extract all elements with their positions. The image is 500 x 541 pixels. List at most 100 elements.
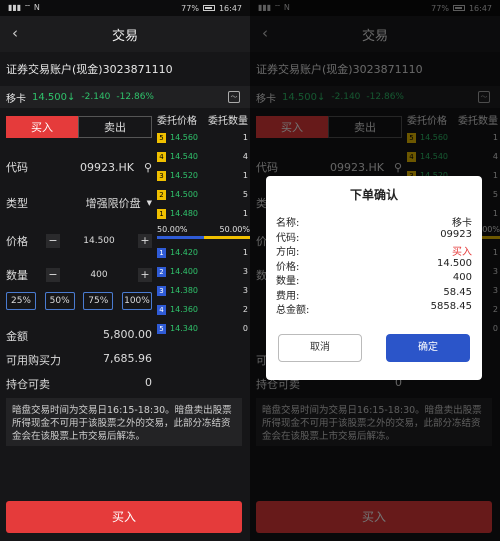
ask-level-index: 3 (157, 170, 166, 181)
price-stepper: − 14.500 + (46, 234, 152, 248)
dialog-row-value: 5858.45 (430, 301, 472, 312)
bid-level-index: 3 (157, 285, 166, 296)
price-header: 委托价格 (157, 116, 197, 127)
bid-level-qty: 3 (242, 267, 248, 276)
order-book: 委托价格 委托数量 5 14.560 1 4 14.540 4 3 14.520 1 2 14.50… (157, 112, 250, 338)
dialog-row-value: 400 (452, 272, 472, 283)
price-row: 价格 − 14.500 + (6, 230, 152, 252)
bid-level-index: 1 (157, 247, 166, 258)
price-minus-button[interactable]: − (46, 234, 60, 248)
ask-level-qty: 1 (242, 171, 248, 180)
dialog-row: 名称: 移卡 (266, 214, 482, 229)
bid-level-price: 14.380 (170, 286, 198, 295)
bid-level-index: 2 (157, 266, 166, 277)
qty-plus-button[interactable]: + (138, 268, 152, 282)
dialog-title: 下单确认 (349, 188, 398, 202)
dialog-row-value: 买入 (452, 247, 472, 258)
trade-screen: ▮▮▮ ⌔ N 77% 16:47 ‹ 交易 证券交易账户(现金)30238711… (0, 0, 250, 541)
ask-level[interactable]: 4 14.540 4 (157, 147, 250, 166)
tab-sell[interactable]: 卖出 (78, 116, 152, 138)
account-label: 证券交易账户(现金)3023871110 (6, 63, 173, 76)
ask-level-index: 5 (157, 132, 166, 143)
pct-75-button[interactable]: 75% (83, 292, 114, 310)
ask-level[interactable]: 1 14.480 1 (157, 204, 250, 223)
bid-level[interactable]: 5 14.340 0 (157, 319, 250, 338)
qty-minus-button[interactable]: − (46, 268, 60, 282)
dialog-row: 代码: 09923 (266, 229, 482, 244)
dark-pool-note: 暗盘交易时间为交易日16:15-18:30。暗盘卖出股票所得现金不可用于该股票之… (6, 398, 242, 446)
dialog-row-value: 14.500 (437, 257, 472, 269)
qty-header: 委托数量 (208, 116, 248, 127)
ask-level[interactable]: 2 14.500 5 (157, 185, 250, 204)
bid-level-price: 14.360 (170, 305, 198, 314)
bid-level[interactable]: 4 14.360 2 (157, 300, 250, 319)
dialog-row-key: 代码: (276, 232, 300, 244)
dialog-row: 费用: 58.45 (266, 287, 482, 302)
code-row: 代码 09923.HK ⚲ (6, 156, 152, 178)
hold-row: 持仓可卖 0 (6, 376, 152, 392)
stock-name: 移卡 (6, 93, 26, 105)
hold-label: 持仓可卖 (6, 378, 50, 391)
tab-buy[interactable]: 买入 (6, 116, 78, 138)
ask-level[interactable]: 5 14.560 1 (157, 128, 250, 147)
ask-level-qty: 1 (242, 133, 248, 142)
order-book-header: 委托价格 委托数量 (157, 112, 250, 128)
power-value: 7,685.96 (103, 352, 152, 365)
dialog-row-value: 移卡 (452, 218, 472, 229)
bid-level-price: 14.420 (170, 248, 198, 257)
amount-label: 金额 (6, 330, 28, 343)
order-type-select[interactable]: 增强限价盘 (46, 195, 147, 211)
price-input[interactable]: 14.500 (83, 236, 115, 246)
percent-buttons: 25% 50% 75% 100% (6, 292, 152, 310)
ask-level-qty: 4 (242, 152, 248, 161)
price-plus-button[interactable]: + (138, 234, 152, 248)
page-title: 交易 (111, 28, 138, 44)
pct-50-button[interactable]: 50% (44, 292, 75, 310)
chart-icon[interactable]: 〜 (228, 91, 240, 103)
battery-text: 77% (181, 3, 199, 13)
bid-level-qty: 3 (242, 286, 248, 295)
price-label: 价格 (6, 235, 28, 248)
ratio-right: 50.00% (219, 225, 250, 234)
order-confirm-dialog: 下单确认 名称: 移卡 代码: 09923 方向: 买入 价格: 14.500 数量: 400 费用… (266, 176, 482, 380)
qty-input[interactable]: 400 (90, 270, 107, 280)
confirm-button[interactable]: 确定 (386, 334, 470, 362)
side-tabs: 买入 卖出 (6, 116, 152, 138)
ask-level-price: 14.520 (170, 171, 198, 180)
bid-level[interactable]: 2 14.400 3 (157, 262, 250, 281)
dialog-row: 总金额: 5858.45 (266, 301, 482, 316)
stock-change: -2.140 (81, 92, 111, 102)
ask-level[interactable]: 3 14.520 1 (157, 166, 250, 185)
cancel-button[interactable]: 取消 (278, 334, 362, 362)
dialog-row-key: 总金额: (276, 305, 310, 316)
ask-level-price: 14.540 (170, 152, 198, 161)
dialog-row-key: 费用: (276, 290, 300, 302)
dialog-buttons: 取消 确定 (266, 334, 482, 362)
type-row: 类型 增强限价盘 ▼ (6, 192, 152, 214)
bid-level[interactable]: 1 14.420 1 (157, 243, 250, 262)
status-icons: ▮▮▮ ⌔ N (8, 3, 40, 13)
pct-25-button[interactable]: 25% (6, 292, 36, 310)
amount-row: 金额 5,800.00 (6, 328, 152, 344)
ask-level-price: 14.560 (170, 133, 198, 142)
ask-level-qty: 5 (242, 190, 248, 199)
back-arrow-icon[interactable]: ‹ (12, 24, 18, 42)
dialog-row-key: 方向: (276, 247, 300, 258)
bid-ask-ratio: 50.00% 50.00% (157, 223, 250, 236)
stock-quote: 移卡 14.500↓ -2.140 -12.86% 〜 (0, 86, 250, 108)
ratio-left: 50.00% (157, 225, 188, 234)
title-bar: ‹ 交易 (0, 16, 250, 52)
ask-levels: 5 14.560 1 4 14.540 4 3 14.520 1 2 14.500 5 1 14.480 1 (157, 128, 250, 223)
bid-level-qty: 0 (242, 324, 248, 333)
buy-submit-button[interactable]: 买入 (6, 501, 242, 533)
code-input[interactable]: 09923.HK (46, 161, 144, 174)
order-form: 买入 卖出 代码 09923.HK ⚲ 类型 增强限价盘 ▼ 价格 − 14.5… (6, 116, 152, 391)
bid-level-index: 5 (157, 323, 166, 334)
ask-level-price: 14.480 (170, 209, 198, 218)
dialog-row-key: 数量: (276, 276, 300, 287)
bid-level[interactable]: 3 14.380 3 (157, 281, 250, 300)
search-icon[interactable]: ⚲ (144, 161, 152, 174)
dropdown-arrow-icon[interactable]: ▼ (147, 199, 152, 207)
ratio-bar (157, 236, 250, 239)
pct-100-button[interactable]: 100% (121, 292, 152, 310)
